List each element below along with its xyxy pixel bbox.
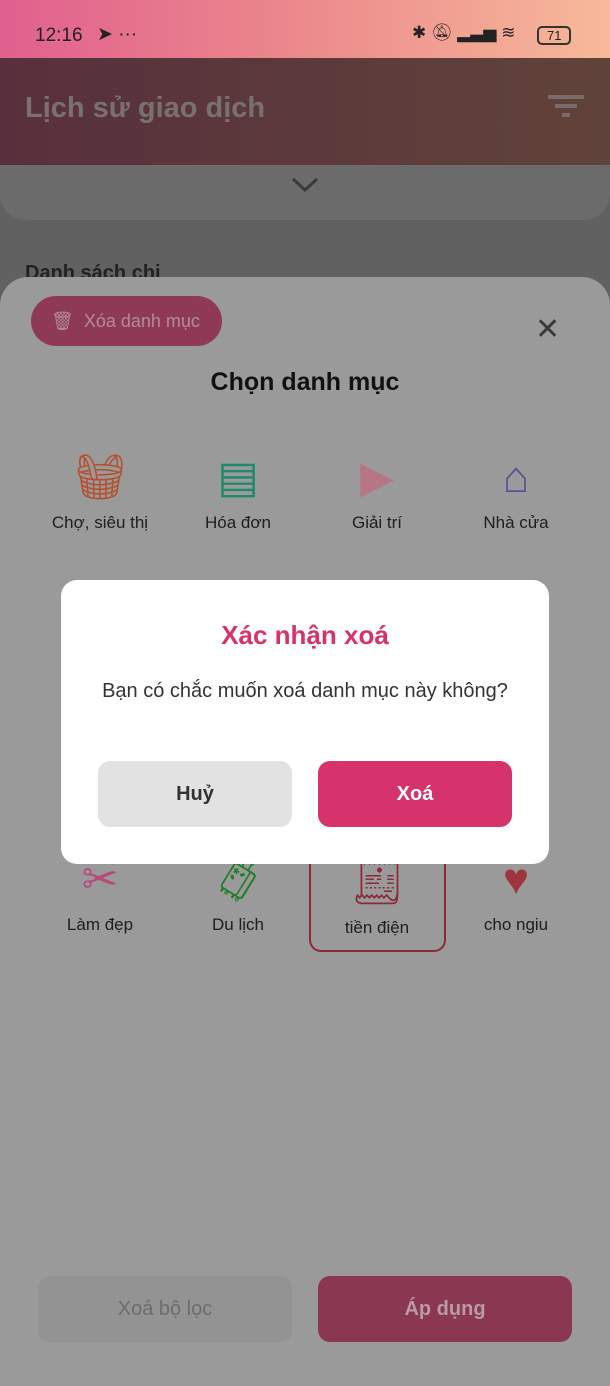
category-item[interactable]: 🧾︎ tiền điện	[307, 860, 447, 938]
dialog-title: Xác nhận xoá	[221, 620, 389, 650]
category-item[interactable]: ⌂ Nhà cửa	[446, 455, 586, 533]
clear-filter-button[interactable]: Xoá bộ lọc	[38, 1276, 292, 1342]
document-icon: ▤	[217, 453, 259, 502]
category-label: Du lịch	[212, 915, 264, 934]
play-icon: ▶	[360, 453, 394, 502]
filter-panel-toggle[interactable]	[0, 165, 610, 220]
house-icon: ⌂	[502, 453, 530, 502]
category-label: Chợ, siêu thị	[51, 513, 149, 532]
dialog-message: Bạn có chắc muốn xoá danh mục này không?	[102, 680, 508, 702]
sheet-title: Chọn danh mục	[210, 368, 400, 396]
app-header: Lịch sử giao dịch	[0, 58, 610, 165]
telegram-icon: ➤ ···	[97, 24, 138, 45]
close-icon[interactable]: ✕	[535, 312, 560, 347]
confirm-delete-button[interactable]: Xoá	[318, 761, 512, 827]
delete-category-label: Xóa danh mục	[83, 310, 200, 331]
receipt-icon: 🧾︎	[349, 858, 405, 907]
category-item[interactable]: 🧳︎ Du lịch	[168, 857, 308, 935]
category-item[interactable]: ♥ cho ngiu	[446, 857, 586, 935]
battery-icon: 71	[537, 26, 572, 45]
category-label: Giải trí	[351, 513, 403, 532]
cancel-button[interactable]: Huỷ	[98, 761, 292, 827]
trash-icon: 🗑︎	[51, 310, 74, 331]
status-time: 12:16	[35, 25, 83, 46]
delete-category-button[interactable]: 🗑︎ Xóa danh mục	[31, 296, 222, 346]
category-label: cho ngiu	[483, 915, 549, 934]
category-item[interactable]: ✂ Làm đẹp	[30, 857, 170, 935]
category-label: Hóa đơn	[205, 513, 271, 532]
status-bar: 12:16 ➤ ··· ✱ 🔕︎ ▂▃▅ ≋ 71	[0, 0, 610, 58]
page-title: Lịch sử giao dịch	[25, 92, 266, 124]
chevron-down-icon	[291, 177, 319, 193]
status-icons: ✱ 🔕︎ ▂▃▅ ≋	[412, 23, 516, 42]
category-label: Làm đẹp	[66, 915, 134, 934]
basket-icon: 🧺︎	[72, 453, 128, 502]
category-label: tiền điện	[344, 918, 410, 937]
category-label: Nhà cửa	[483, 513, 549, 532]
category-item[interactable]: ▶ Giải trí	[307, 455, 447, 533]
category-item[interactable]: ▤ Hóa đơn	[168, 455, 308, 533]
apply-button[interactable]: Áp dụng	[318, 1276, 572, 1342]
category-item[interactable]: 🧺︎ Chợ, siêu thị	[30, 455, 170, 533]
confirm-delete-dialog: Xác nhận xoá Bạn có chắc muốn xoá danh m…	[61, 580, 549, 864]
filter-icon[interactable]	[548, 95, 584, 119]
